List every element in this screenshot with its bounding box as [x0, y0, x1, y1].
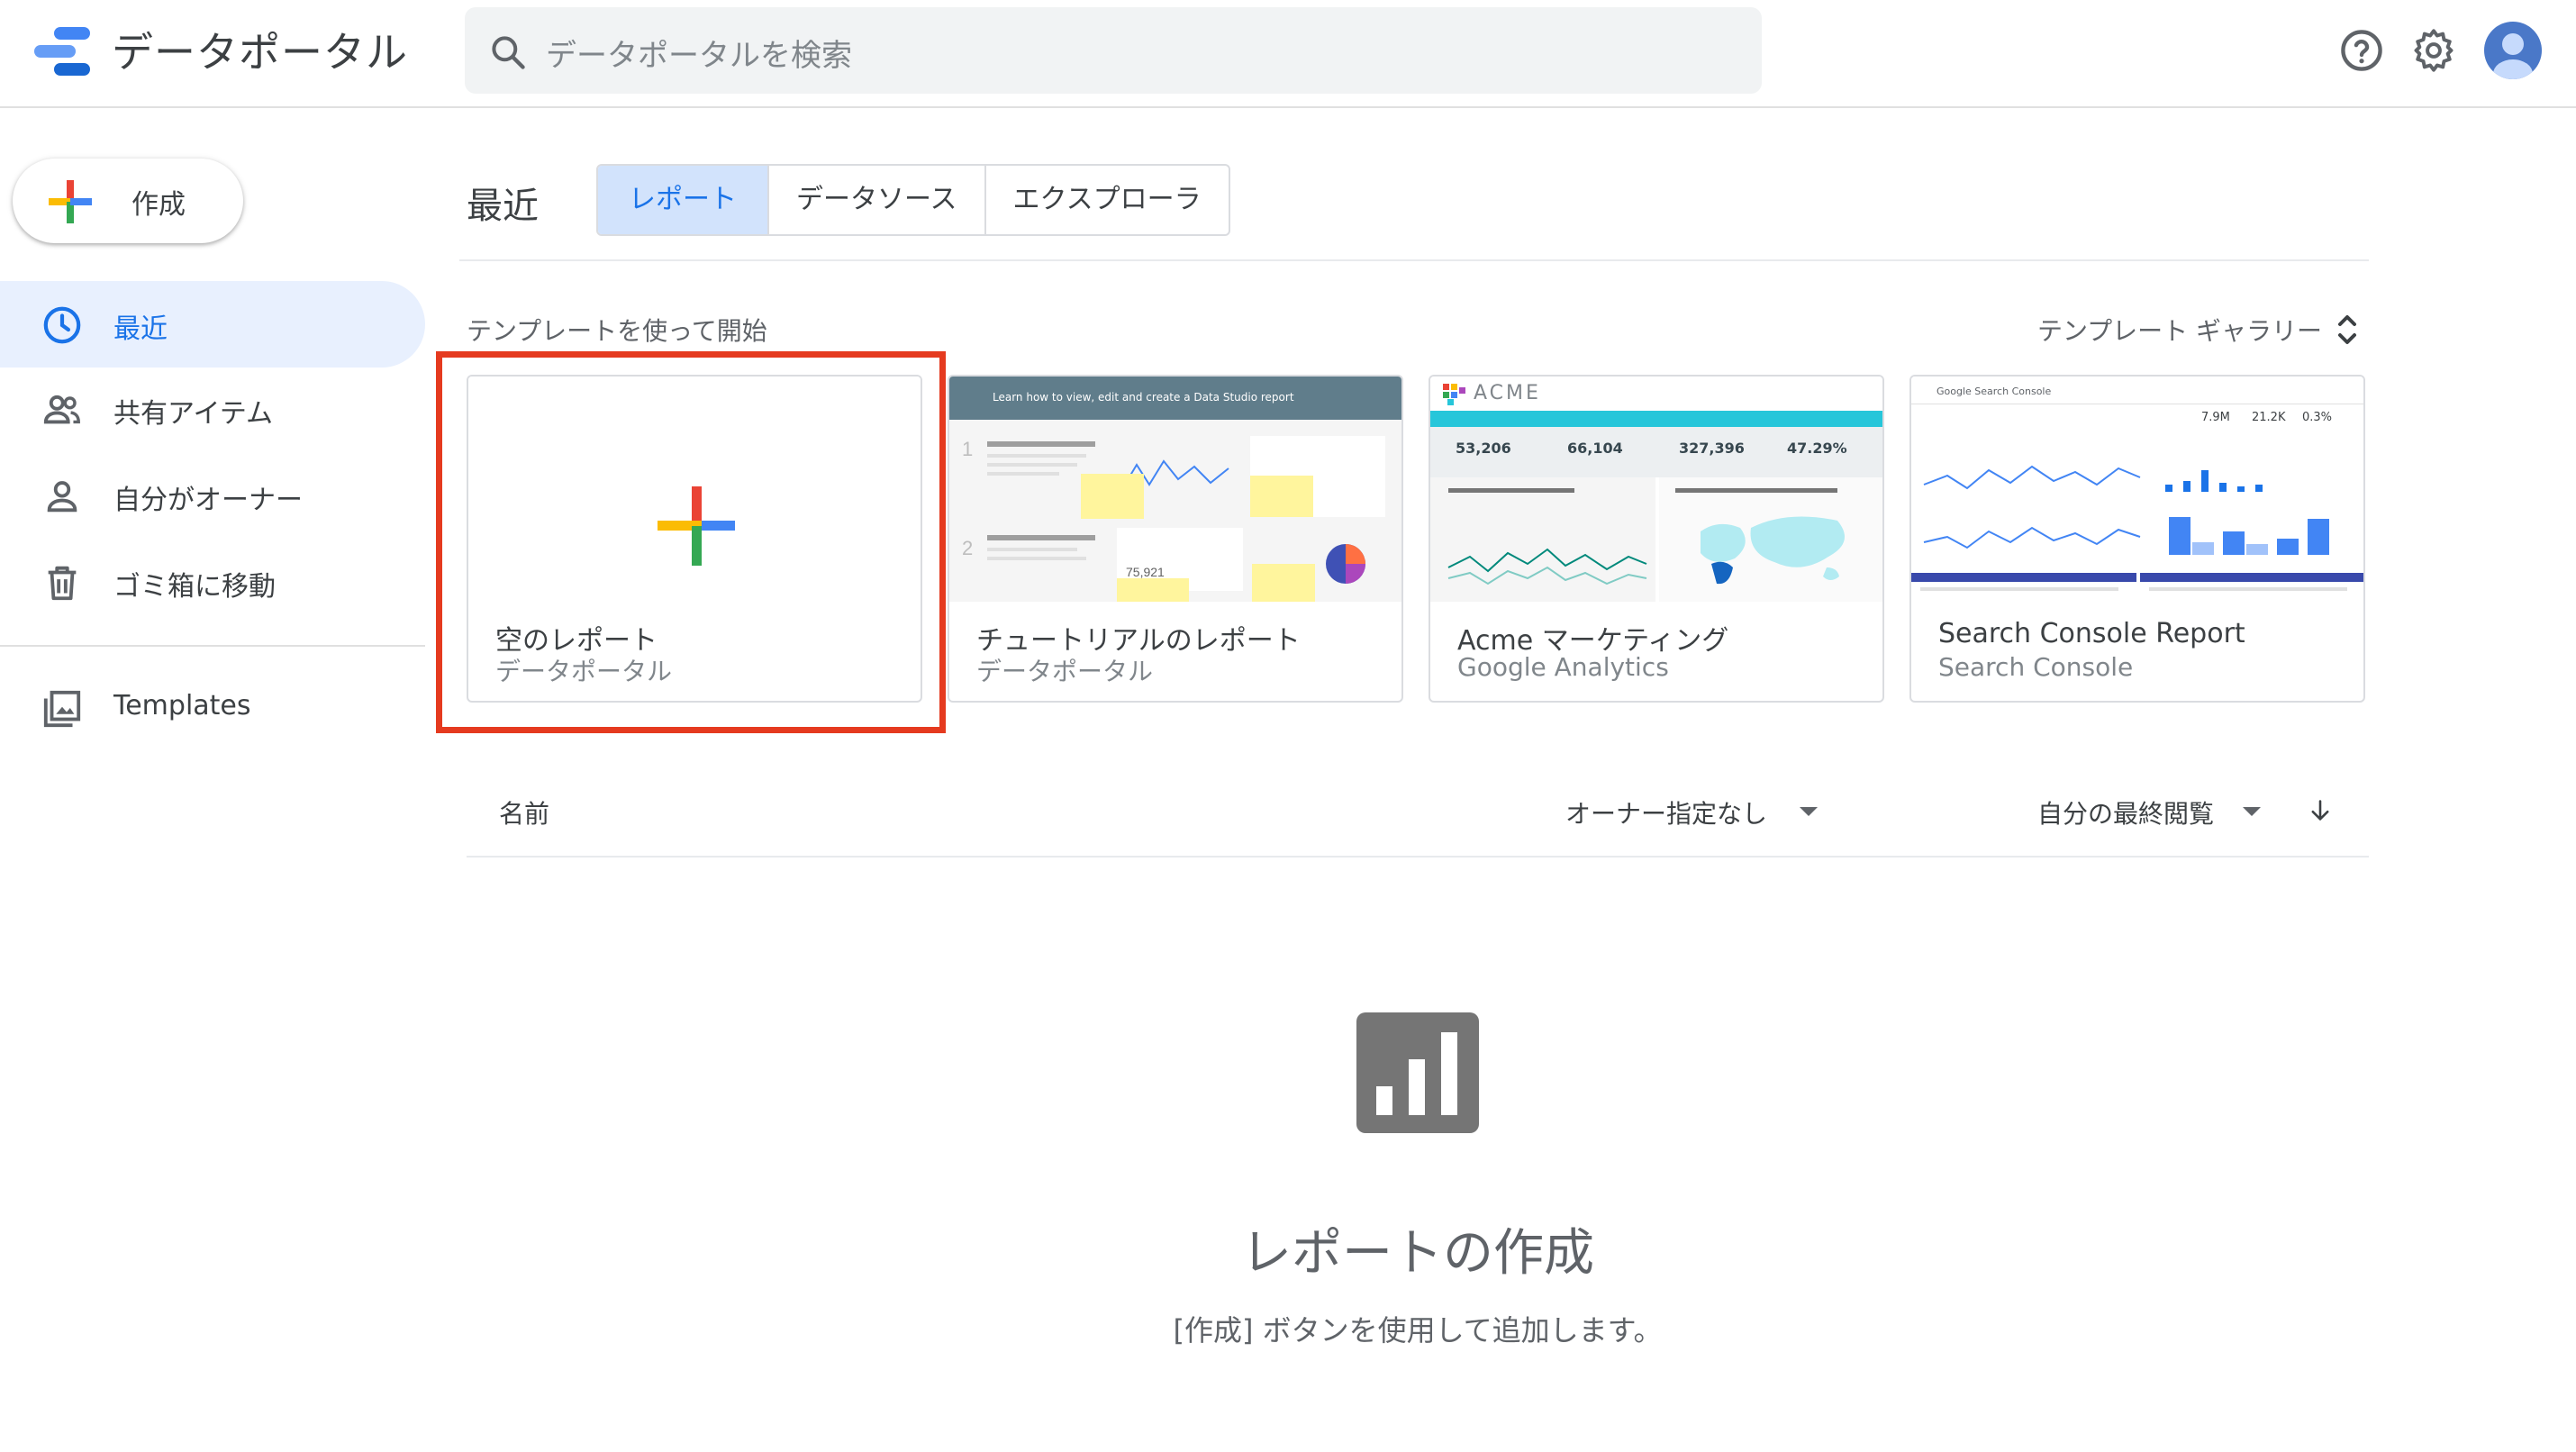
sidebar-divider	[0, 645, 425, 647]
data-portal-logo-icon[interactable]	[34, 27, 90, 77]
thumbnail-metric: 327,396	[1679, 440, 1745, 457]
account-avatar[interactable]	[2484, 22, 2542, 79]
thumbnail-brand: ACME	[1474, 382, 1541, 404]
thumbnail-metric: 0.3%	[2302, 411, 2333, 424]
thumbnail-header-text: Learn how to view, edit and create a Dat…	[993, 391, 1294, 404]
report-list-header: 名前 オーナー指定なし 自分の最終閲覧	[467, 793, 2369, 858]
search-icon	[492, 36, 525, 69]
template-card-search-console[interactable]: Google Search Console 7.9M 21.2K 0.3% Se…	[1909, 375, 2365, 703]
tab-data-sources[interactable]: データソース	[769, 166, 986, 234]
owner-filter-dropdown[interactable]: オーナー指定なし	[1565, 794, 1767, 830]
thumbnail-metric: 53,206	[1456, 440, 1511, 457]
template-thumbnail: ACME 53,206 66,104 327,396 47.29%	[1430, 377, 1882, 602]
template-subtitle: データポータル	[976, 657, 1154, 686]
settings-gear-icon[interactable]	[2410, 25, 2457, 76]
help-icon[interactable]	[2338, 25, 2385, 76]
top-app-bar: データポータル データポータルを検索	[0, 0, 2576, 108]
template-subtitle: Search Console	[1938, 652, 2134, 682]
search-console-preview-graphic	[1911, 449, 2363, 591]
template-card-tutorial[interactable]: Learn how to view, edit and create a Dat…	[948, 375, 1403, 703]
colored-plus-icon	[49, 180, 92, 223]
sidebar-item-trash[interactable]: ゴミ箱に移動	[0, 539, 425, 625]
svg-text:1: 1	[962, 438, 973, 460]
tab-reports[interactable]: レポート	[598, 166, 769, 234]
app-title: データポータル	[112, 28, 408, 77]
sidebar-item-label: 最近	[113, 313, 168, 345]
template-title: Search Console Report	[1938, 618, 2245, 649]
sidebar-item-label: Templates	[113, 690, 251, 721]
thumbnail-metric: 47.29%	[1787, 440, 1847, 457]
unfold-more-icon[interactable]	[2336, 312, 2358, 348]
clock-icon	[43, 306, 81, 344]
sidebar-item-label: 共有アイテム	[113, 398, 273, 430]
thumbnail-metric: 7.9M	[2201, 411, 2230, 424]
sidebar-item-label: 自分がオーナー	[113, 485, 303, 516]
search-input[interactable]: データポータルを検索	[546, 31, 852, 75]
sidebar-item-shared[interactable]: 共有アイテム	[0, 366, 425, 452]
create-button[interactable]: 作成	[13, 159, 243, 243]
empty-state-subtitle: [作成] ボタンを使用して追加します。	[1173, 1313, 1663, 1348]
tab-bar: レポート データソース エクスプローラ	[596, 164, 1230, 236]
last-opened-sort-dropdown[interactable]: 自分の最終閲覧	[2037, 794, 2214, 830]
thumbnail-metric: 66,104	[1567, 440, 1623, 457]
acme-logo-icon	[1443, 384, 1465, 405]
page-title: 最近	[467, 186, 539, 227]
name-column-header[interactable]: 名前	[499, 794, 549, 830]
tab-explorer[interactable]: エクスプローラ	[986, 166, 1229, 234]
template-thumbnail: Learn how to view, edit and create a Dat…	[949, 377, 1401, 602]
thumbnail-metric: 21.2K	[2252, 411, 2286, 424]
image-gallery-icon	[43, 690, 81, 728]
search-bar[interactable]: データポータルを検索	[465, 7, 1762, 94]
thumbnail-brand: Google Search Console	[1937, 386, 2052, 397]
sidebar-item-recent[interactable]: 最近	[0, 281, 425, 368]
sort-descending-arrow-icon[interactable]	[2308, 798, 2333, 823]
create-button-label: 作成	[132, 189, 186, 221]
acme-preview-graphic	[1430, 477, 1882, 602]
bar-chart-report-icon	[1356, 1012, 1479, 1133]
section-divider	[459, 259, 2369, 261]
tutorial-preview-graphic: 1 2 75,921	[962, 436, 1385, 602]
svg-text:75,921: 75,921	[1126, 565, 1165, 579]
template-thumbnail: Google Search Console 7.9M 21.2K 0.3%	[1911, 377, 2363, 602]
templates-section-label: テンプレートを使って開始	[467, 316, 767, 346]
people-icon	[43, 395, 80, 424]
sidebar-item-templates[interactable]: Templates	[0, 665, 425, 751]
template-gallery-toggle[interactable]: テンプレート ギャラリー	[2037, 312, 2322, 348]
sort-dropdown-arrow-icon[interactable]	[2243, 807, 2261, 816]
user-avatar-icon	[2493, 33, 2533, 79]
template-card-acme-marketing[interactable]: ACME 53,206 66,104 327,396 47.29% Acme マ…	[1429, 375, 1884, 703]
sidebar-item-owned[interactable]: 自分がオーナー	[0, 452, 425, 539]
empty-state-title: レポートの作成	[1241, 1224, 1594, 1283]
template-subtitle: Google Analytics	[1457, 652, 1669, 682]
sidebar-item-label: ゴミ箱に移動	[113, 571, 276, 603]
selection-highlight-box	[436, 351, 946, 733]
svg-text:2: 2	[962, 537, 973, 559]
trash-icon	[48, 566, 77, 601]
owner-dropdown-arrow-icon[interactable]	[1800, 807, 1818, 816]
person-icon	[47, 481, 77, 513]
